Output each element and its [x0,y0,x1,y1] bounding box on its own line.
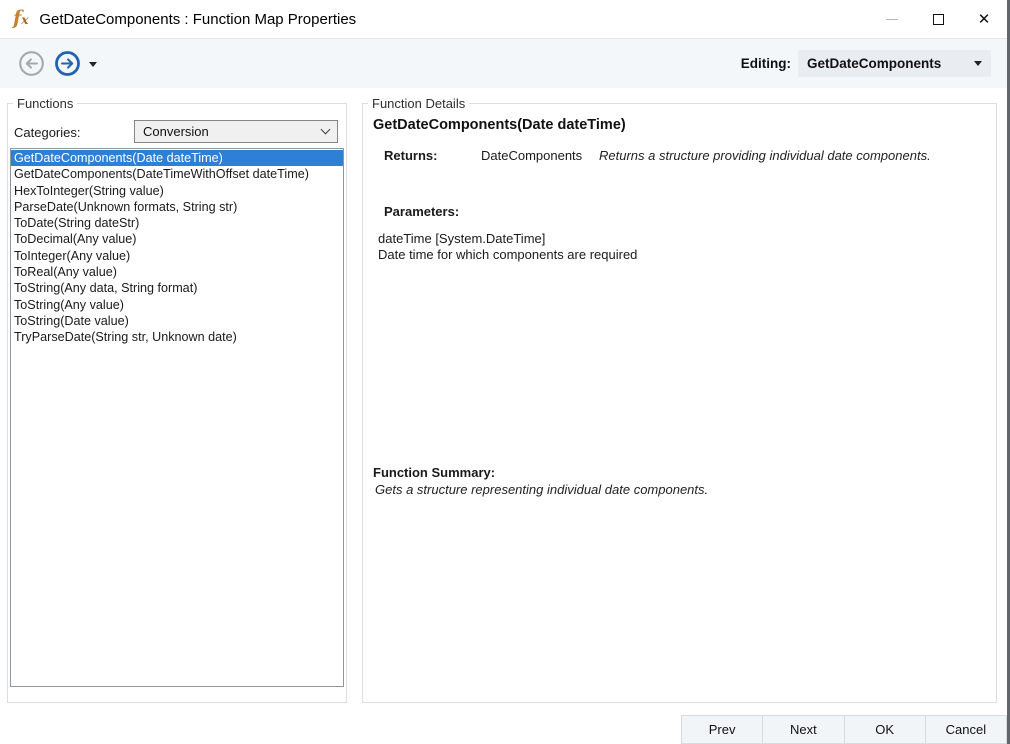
prev-button[interactable]: Prev [681,715,763,744]
ok-button[interactable]: OK [844,715,926,744]
functions-groupbox: Functions Categories: Conversion GetDate… [7,103,347,703]
list-item[interactable]: ToDate(String dateStr) [11,215,343,231]
function-list[interactable]: GetDateComponents(Date dateTime)GetDateC… [10,148,344,687]
returns-description: Returns a structure providing individual… [599,148,931,163]
categories-dropdown[interactable]: Conversion [134,120,338,143]
window-title: GetDateComponents : Function Map Propert… [39,11,356,28]
minimize-button[interactable] [869,0,915,38]
minimize-icon [886,19,898,20]
close-button[interactable]: ✕ [961,0,1007,38]
list-item[interactable]: GetDateComponents(Date dateTime) [11,150,343,166]
navigation-toolbar: Editing: GetDateComponents [0,38,1007,88]
function-summary-label: Function Summary: [373,465,495,480]
editing-group: Editing: GetDateComponents [741,50,991,77]
parameters-label: Parameters: [384,204,459,219]
list-item[interactable]: TryParseDate(String str, Unknown date) [11,329,343,345]
dropdown-caret-icon [974,61,982,66]
parameter-name: dateTime [System.DateTime] [378,231,637,247]
close-icon: ✕ [978,12,991,27]
maximize-icon [933,14,944,25]
list-item[interactable]: ToInteger(Any value) [11,248,343,264]
forward-arrow-icon [54,50,81,77]
list-item[interactable]: GetDateComponents(DateTimeWithOffset dat… [11,166,343,182]
list-item[interactable]: ToString(Any data, String format) [11,280,343,296]
forward-history-caret-icon[interactable] [89,62,97,67]
list-item[interactable]: ParseDate(Unknown formats, String str) [11,199,343,215]
returns-row: Returns: DateComponents Returns a struct… [384,148,931,163]
forward-button[interactable] [52,49,82,79]
editing-label: Editing: [741,56,791,71]
returns-label: Returns: [384,148,481,163]
function-signature-heading: GetDateComponents(Date dateTime) [373,117,626,133]
list-item[interactable]: ToString(Any value) [11,297,343,313]
list-item[interactable]: ToString(Date value) [11,313,343,329]
categories-label: Categories: [14,125,80,140]
function-details-groupbox-label: Function Details [368,96,469,111]
editing-dropdown-value: GetDateComponents [807,56,974,71]
back-arrow-icon [18,50,45,77]
parameter-description: Date time for which components are requi… [378,247,637,263]
categories-dropdown-value: Conversion [143,124,322,139]
window-controls: ✕ [869,0,1007,38]
title-bar: fx GetDateComponents : Function Map Prop… [0,0,1007,38]
list-item[interactable]: HexToInteger(String value) [11,183,343,199]
next-button[interactable]: Next [762,715,844,744]
maximize-button[interactable] [915,0,961,38]
chevron-down-icon [321,125,331,135]
function-details-groupbox: Function Details GetDateComponents(Date … [362,103,997,703]
returns-type: DateComponents [481,148,599,163]
function-summary-text: Gets a structure representing individual… [375,482,708,497]
editing-dropdown[interactable]: GetDateComponents [798,50,991,77]
function-map-properties-dialog: fx GetDateComponents : Function Map Prop… [0,0,1010,744]
list-item[interactable]: ToDecimal(Any value) [11,231,343,247]
parameter-item: dateTime [System.DateTime] Date time for… [378,231,637,263]
fx-app-icon: fx [13,9,28,28]
footer-buttons: PrevNextOKCancel [682,715,1007,744]
functions-groupbox-label: Functions [13,96,77,111]
cancel-button[interactable]: Cancel [925,715,1007,744]
back-button[interactable] [16,49,46,79]
list-item[interactable]: ToReal(Any value) [11,264,343,280]
